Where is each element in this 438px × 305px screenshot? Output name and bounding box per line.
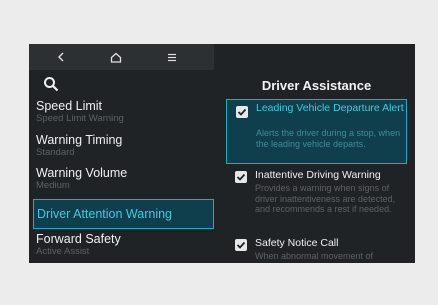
menu-item-subtitle: Medium <box>36 180 70 191</box>
panel-title: Driver Assistance <box>261 78 372 93</box>
search-icon <box>43 77 59 96</box>
menu-item-warning-volume[interactable]: Warning Volume Medium <box>29 166 219 196</box>
option-inattentive-driving-warning[interactable]: Inattentive Driving Warning Provides a w… <box>226 168 407 228</box>
checkbox-checked-icon[interactable] <box>236 106 248 118</box>
menu-item-subtitle: Active Assist <box>36 246 90 257</box>
home-button[interactable] <box>106 47 126 67</box>
menu-item-title: Speed Limit <box>36 99 103 113</box>
infotainment-screen: Speed Limit Speed Limit Warning Warning … <box>29 44 415 263</box>
page: Speed Limit Speed Limit Warning Warning … <box>0 0 438 305</box>
menu-item-title: Warning Timing <box>36 133 123 147</box>
menu-item-title: Forward Safety <box>36 232 121 246</box>
back-icon <box>57 52 65 62</box>
option-description: When abnormal movement of <box>255 251 374 261</box>
checkbox-checked-icon[interactable] <box>235 171 247 183</box>
menu-item-forward-safety[interactable]: Forward Safety Active Assist <box>29 232 219 262</box>
menu-icon <box>167 53 177 62</box>
menu-item-speed-limit[interactable]: Speed Limit Speed Limit Warning <box>29 99 219 129</box>
top-navigation-bar <box>29 44 214 70</box>
menu-item-title: Warning Volume <box>36 166 128 180</box>
option-title: Inattentive Driving Warning <box>255 169 381 181</box>
menu-item-title: Driver Attention Warning <box>37 207 173 221</box>
home-icon <box>110 52 122 63</box>
option-leading-vehicle-departure-alert[interactable]: Leading Vehicle Departure Alert Alerts t… <box>226 99 407 164</box>
driver-assistance-panel: Driver Assistance Leading Vehicle Depart… <box>226 44 415 263</box>
option-title: Leading Vehicle Departure Alert <box>256 102 404 114</box>
menu-item-subtitle: Speed Limit Warning <box>36 113 124 124</box>
option-description: Provides a warning when signs of driver … <box>255 183 396 214</box>
option-title: Safety Notice Call <box>255 237 339 249</box>
option-description: Alerts the driver during a stop, when th… <box>256 128 401 149</box>
menu-item-warning-timing[interactable]: Warning Timing Standard <box>29 133 219 163</box>
menu-item-driver-attention-warning[interactable]: Driver Attention Warning <box>33 199 214 229</box>
search-button[interactable] <box>43 76 65 98</box>
checkbox-checked-icon[interactable] <box>235 239 247 251</box>
menu-button[interactable] <box>162 47 182 67</box>
menu-item-subtitle: Standard <box>36 147 75 158</box>
option-safety-notice-call[interactable]: Safety Notice Call When abnormal movemen… <box>226 236 407 263</box>
back-button[interactable] <box>51 47 71 67</box>
